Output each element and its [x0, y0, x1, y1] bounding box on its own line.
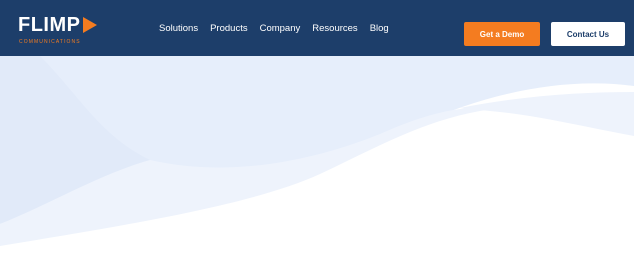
contact-us-button[interactable]: Contact Us — [551, 22, 625, 46]
top-navigation-bar: FLIMP COMMUNICATIONS Solutions Products … — [0, 0, 634, 56]
nav-link-resources[interactable]: Resources — [312, 23, 357, 34]
hero-section — [0, 56, 634, 276]
main-menu: Solutions Products Company Resources Blo… — [159, 0, 401, 56]
logo-text: FLIMP — [18, 14, 81, 36]
page: FLIMP COMMUNICATIONS Solutions Products … — [0, 0, 634, 276]
flimp-logo[interactable]: FLIMP COMMUNICATIONS — [18, 12, 108, 46]
get-a-demo-button[interactable]: Get a Demo — [464, 22, 540, 46]
nav-link-company[interactable]: Company — [260, 23, 301, 34]
logo-wordmark: FLIMP — [18, 12, 97, 38]
nav-link-products[interactable]: Products — [210, 23, 248, 34]
nav-link-solutions[interactable]: Solutions — [159, 23, 198, 34]
play-triangle-icon — [82, 17, 97, 33]
nav-link-blog[interactable]: Blog — [370, 23, 389, 34]
hero-wave-background — [0, 56, 634, 276]
logo-subtext: COMMUNICATIONS — [19, 39, 81, 45]
